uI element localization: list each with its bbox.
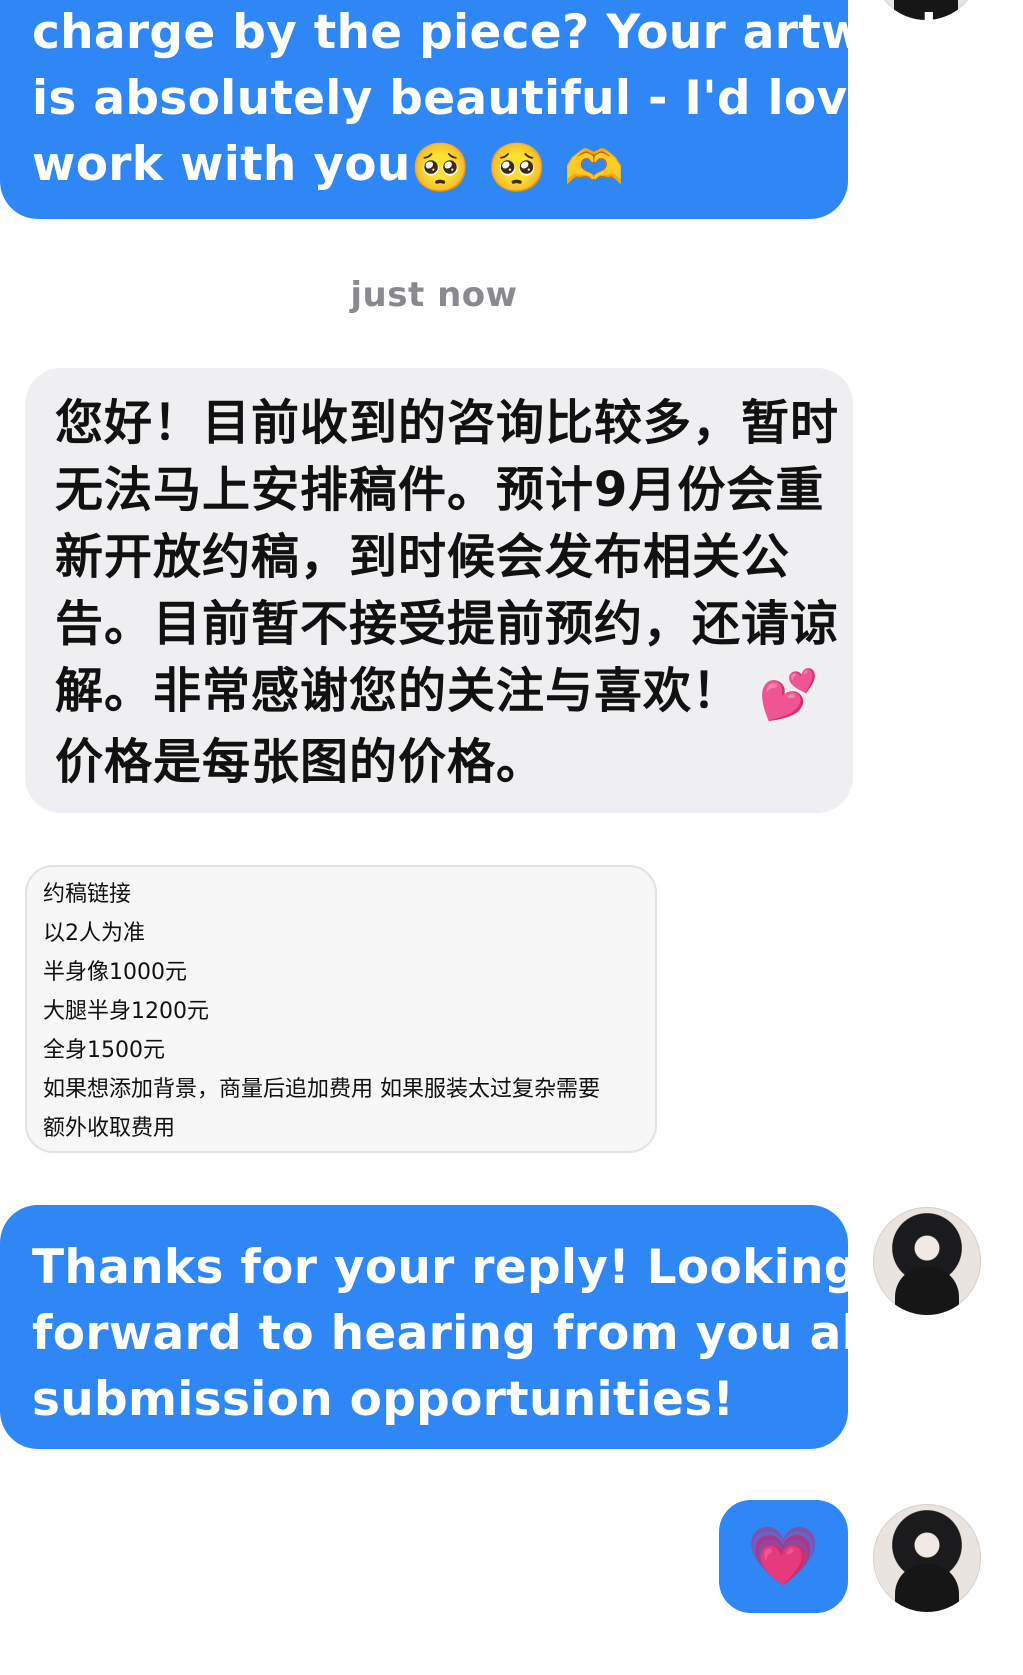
message-bubble-outgoing[interactable]: Thanks for your reply! Looking forward t… [0,1205,965,1449]
chat-thread: charge by the piece? Your artwork is abs… [0,0,1023,1675]
avatar[interactable] [873,1207,981,1315]
two-hearts-emoji: 💕 [758,667,820,723]
card-row: 全身1500元 [43,1038,165,1063]
message-text: 解。非常感谢您的关注与喜欢！ [55,663,742,719]
heart-hands-emoji: 🫶 [564,140,625,196]
message-bubble-outgoing-emoji[interactable]: 💗 [719,1500,848,1613]
price-list-card[interactable]: 约稿链接 以2人为准 半身像1000元 大腿半身1200元 全身1500元 如果… [25,865,657,1153]
message-text-line: 告。目前暂不接受提前预约，还请谅 [55,596,840,652]
pleading-face-emoji: 🥺 [487,140,548,196]
message-text-line: is absolutely beautiful - I'd love to [32,71,952,126]
message-text-line: 价格是每张图的价格。 [55,734,546,790]
message-text-line: work with you🥺 🥺 🫶 [32,132,818,201]
message-text-line: Thanks for your reply! Looking [32,1240,858,1295]
message-text-line: submission opportunities! [32,1372,735,1427]
card-row: 约稿链接 [43,882,132,907]
message-bubble-incoming[interactable]: 您好！目前收到的咨询比较多，暂时 无法马上安排稿件。预计9月份会重 新开放约稿，… [25,368,853,813]
pleading-face-emoji: 🥺 [410,140,471,196]
avatar[interactable] [873,1504,981,1612]
message-text-line: 无法马上安排稿件。预计9月份会重 [55,462,825,518]
message-text-line: 解。非常感谢您的关注与喜欢！ 💕 [55,658,833,729]
pink-heart-emoji: 💗 [747,1522,820,1590]
message-text-line: 您好！目前收到的咨询比较多，暂时 [55,395,840,451]
message-bubble-outgoing[interactable]: charge by the piece? Your artwork is abs… [0,0,953,219]
message-text-line: forward to hearing from you about [32,1306,965,1361]
card-row: 半身像1000元 [43,960,187,985]
message-timestamp: just now [350,275,518,315]
card-row: 大腿半身1200元 [43,999,209,1024]
card-row: 以2人为准 [43,921,145,946]
card-row: 如果想添加背景，商量后追加费用 如果服装太过复杂需要 [43,1077,600,1102]
message-text-line: 新开放约稿，到时候会发布相关公 [55,529,791,585]
message-text-line: charge by the piece? Your artwork [32,5,953,60]
card-row: 额外收取费用 [43,1116,176,1141]
message-text: work with you [32,137,411,192]
